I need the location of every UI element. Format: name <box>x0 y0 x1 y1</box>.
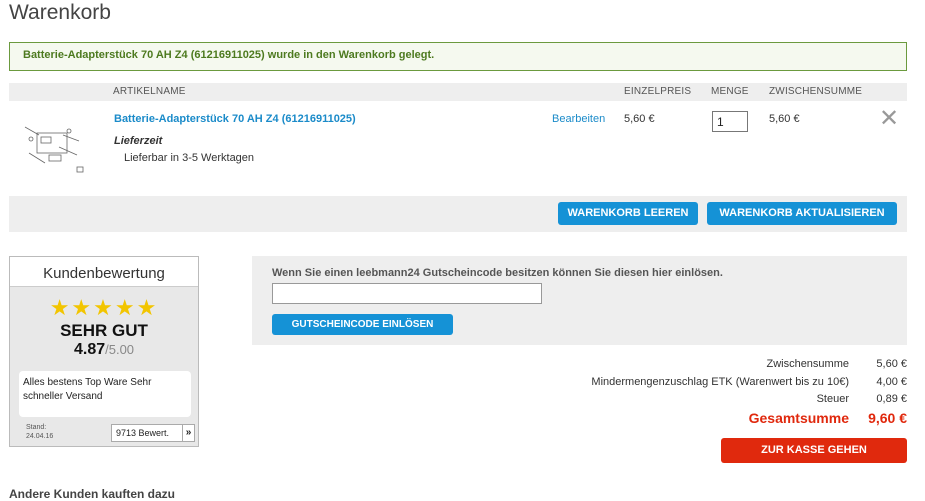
header-article-name: ARTIKELNAME <box>113 86 186 97</box>
header-quantity: MENGE <box>711 86 749 97</box>
totals-subtotal-row: Zwischensumme 5,60 € <box>766 358 907 370</box>
header-unit-price: EINZELPREIS <box>624 86 692 97</box>
surcharge-label: Mindermengenzuschlag ETK (Warenwert bis … <box>591 376 849 388</box>
delivery-value: Lieferbar in 3-5 Werktagen <box>124 152 255 164</box>
coupon-label: Wenn Sie einen leebmann24 Gutscheincode … <box>272 267 723 279</box>
item-subtotal: 5,60 € <box>769 113 800 125</box>
review-count-button[interactable]: 9713 Bewert. » <box>111 424 195 442</box>
product-name-link[interactable]: Batterie-Adapterstück 70 AH Z4 (61216911… <box>114 113 356 125</box>
tax-value: 0,89 € <box>876 393 907 405</box>
empty-cart-button[interactable]: WARENKORB LEEREN <box>558 202 698 225</box>
unit-price: 5,60 € <box>624 113 655 125</box>
review-title: Kundenbewertung <box>10 257 198 287</box>
rating-score-value: 4.87 <box>73 341 106 358</box>
review-count-label: 9713 Bewert. <box>116 428 170 438</box>
totals-tax-row: Steuer 0,89 € <box>817 393 907 405</box>
chevron-right-icon: » <box>182 425 194 441</box>
grand-total-value: 9,60 € <box>868 410 907 426</box>
rating-word: SEHR GUT <box>60 321 148 340</box>
rating-stars-icon: ★★★★★ <box>49 295 159 320</box>
tax-label: Steuer <box>816 393 849 405</box>
product-image[interactable] <box>19 117 91 177</box>
update-cart-button[interactable]: WARENKORB AKTUALISIEREN <box>707 202 897 225</box>
coupon-section: Wenn Sie einen leebmann24 Gutscheincode … <box>252 256 907 345</box>
subtotal-label: Zwischensumme <box>766 358 849 370</box>
subtotal-value: 5,60 € <box>876 358 907 370</box>
cart-item-row: Batterie-Adapterstück 70 AH Z4 (61216911… <box>9 101 907 185</box>
redeem-coupon-button[interactable]: GUTSCHEINCODE EINLÖSEN <box>272 314 453 335</box>
customer-review-widget[interactable]: Kundenbewertung ★★★★★ SEHR GUT 4.87/5.00… <box>9 256 199 447</box>
cart-table-header: ARTIKELNAME EINZELPREIS MENGE ZWISCHENSU… <box>9 83 907 101</box>
checkout-button[interactable]: ZUR KASSE GEHEN <box>721 438 907 463</box>
remove-item-icon[interactable]: ✕ <box>879 107 899 131</box>
totals-surcharge-row: Mindermengenzuschlag ETK (Warenwert bis … <box>591 376 907 388</box>
edit-link[interactable]: Bearbeiten <box>552 113 605 125</box>
surcharge-value: 4,00 € <box>876 376 907 388</box>
totals-grand-row: Gesamtsumme 9,60 € <box>749 410 907 426</box>
cart-action-bar: WARENKORB LEEREN WARENKORB AKTUALISIEREN <box>9 196 907 232</box>
grand-total-label: Gesamtsumme <box>748 410 849 426</box>
review-date-value: 24.04.16 <box>26 433 54 440</box>
rating-score-max: /5.00 <box>105 342 135 357</box>
success-notice: Batterie-Adapterstück 70 AH Z4 (61216911… <box>9 42 907 71</box>
coupon-code-input[interactable] <box>272 283 542 304</box>
header-subtotal: ZWISCHENSUMME <box>769 86 863 97</box>
quantity-input[interactable] <box>712 111 748 132</box>
also-bought-heading: Andere Kunden kauften dazu <box>9 487 176 501</box>
review-date: Stand: 24.04.16 <box>26 423 53 441</box>
page-title: Warenkorb <box>9 1 111 24</box>
review-date-label: Stand: <box>26 424 47 431</box>
delivery-label: Lieferzeit <box>114 135 163 147</box>
review-text: Alles bestens Top Ware Sehr schneller Ve… <box>19 371 191 417</box>
rating-score: 4.87/5.00 <box>10 341 198 359</box>
